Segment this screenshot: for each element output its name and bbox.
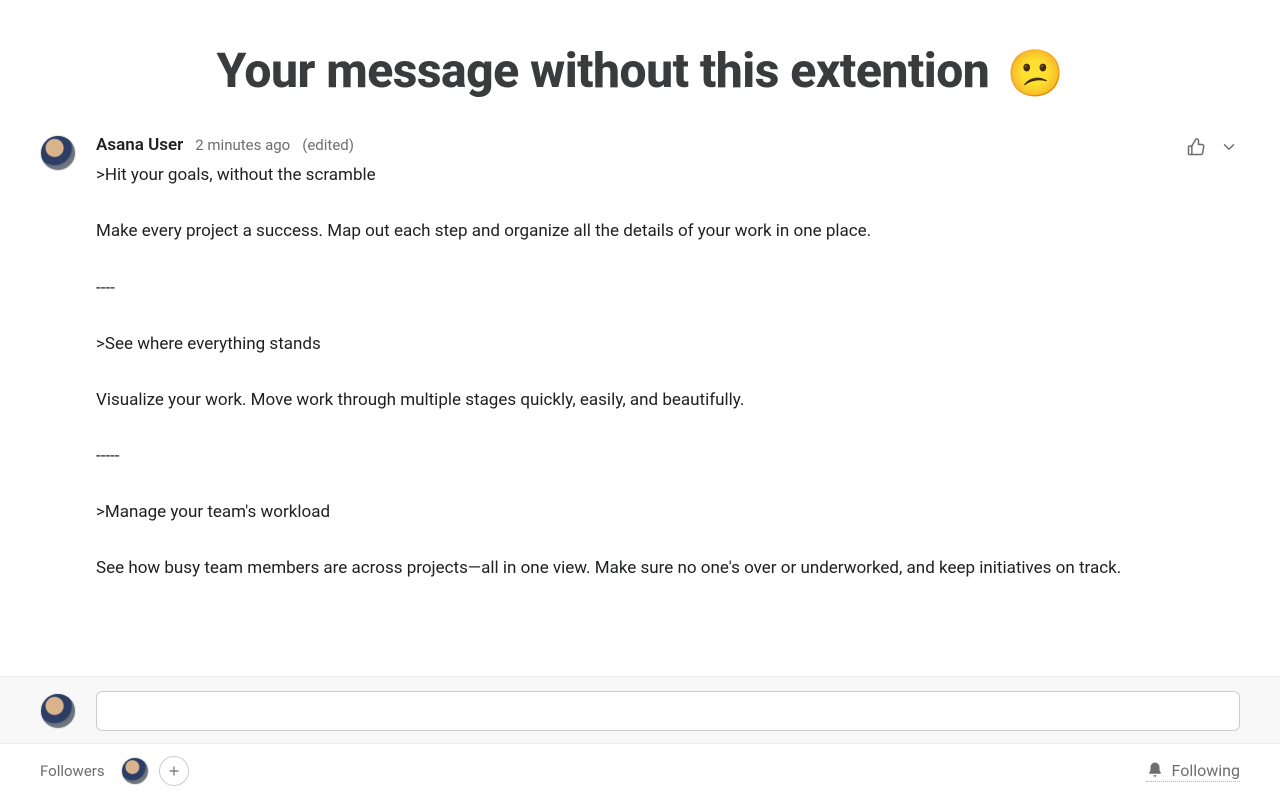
comment-body-text: >Hit your goals, without the scramble Ma… (96, 161, 1164, 582)
follower-avatar[interactable] (121, 757, 149, 785)
comment-edited-label: (edited) (302, 136, 354, 154)
following-label: Following (1172, 761, 1240, 780)
like-button[interactable] (1184, 135, 1208, 159)
comment-timestamp: 2 minutes ago (195, 136, 290, 154)
comment-input[interactable] (96, 691, 1240, 731)
page-header: Your message without this extention 😕 (0, 0, 1280, 119)
page-title: Your message without this extention (217, 42, 990, 99)
comment-author: Asana User (96, 135, 183, 155)
comment-row: Asana User 2 minutes ago (edited) >Hit y… (0, 135, 1280, 676)
plus-icon (167, 764, 181, 778)
compose-area (0, 676, 1280, 743)
thumbs-up-icon (1186, 137, 1206, 157)
followers-label: Followers (40, 762, 105, 780)
following-toggle[interactable]: Following (1146, 761, 1240, 782)
avatar[interactable] (40, 693, 76, 729)
bell-icon (1146, 761, 1164, 779)
comment-menu-button[interactable] (1218, 136, 1240, 158)
footer-bar: Followers Following (0, 743, 1280, 800)
avatar[interactable] (40, 135, 76, 171)
chevron-down-icon (1220, 138, 1238, 156)
comment-header: Asana User 2 minutes ago (edited) (96, 135, 1164, 155)
add-follower-button[interactable] (159, 756, 189, 786)
follower-chips (121, 756, 189, 786)
confused-emoji: 😕 (1007, 47, 1064, 101)
